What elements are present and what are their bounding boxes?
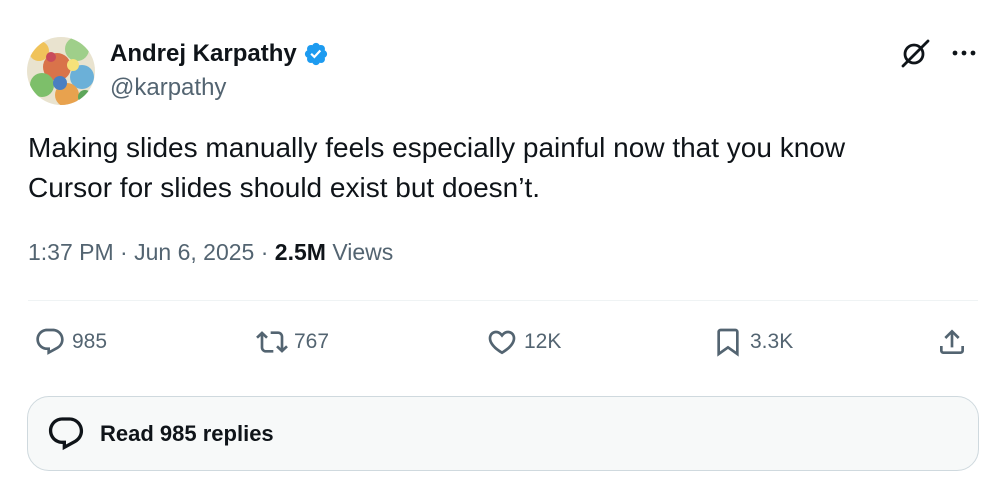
- meta-separator: ·: [260, 239, 269, 265]
- repost-icon: [256, 331, 288, 353]
- share-button[interactable]: [936, 320, 968, 364]
- bookmark-icon: [717, 328, 739, 357]
- tweet-card: Andrej Karpathy @karpathy Making slides …: [0, 0, 1000, 481]
- read-replies-label: Read 985 replies: [100, 420, 274, 446]
- tweet-date[interactable]: Jun 6, 2025: [134, 239, 254, 265]
- read-replies-button[interactable]: Read 985 replies: [27, 396, 979, 471]
- verified-badge-icon: [303, 41, 329, 67]
- repost-count: 767: [294, 330, 330, 353]
- author-handle[interactable]: @karpathy: [110, 74, 226, 102]
- bookmark-count: 3.3K: [750, 330, 794, 353]
- like-button[interactable]: 12K: [486, 320, 561, 364]
- meta-separator: ·: [120, 239, 128, 265]
- avatar-image: [27, 37, 95, 105]
- views-count: 2.5M: [274, 239, 326, 265]
- tweet-text: Making slides manually feels especially …: [28, 128, 968, 208]
- action-bar: 985 767 12K 3.3K: [0, 320, 1000, 364]
- reply-count: 985: [72, 330, 108, 353]
- grok-icon[interactable]: [898, 36, 932, 70]
- repost-button[interactable]: 767: [256, 320, 329, 364]
- reply-button[interactable]: 985: [34, 320, 107, 364]
- tweet-meta: 1:37 PM · Jun 6, 2025 · 2.5M Views: [28, 239, 393, 266]
- like-count: 12K: [524, 330, 562, 353]
- author-name-row[interactable]: Andrej Karpathy: [110, 40, 329, 68]
- replies-bubbles-icon: [48, 416, 84, 450]
- author-display-name[interactable]: Andrej Karpathy: [110, 40, 297, 68]
- avatar[interactable]: [27, 37, 95, 105]
- bookmark-button[interactable]: 3.3K: [712, 320, 793, 364]
- share-upload-icon: [940, 329, 964, 354]
- tweet-text-line: Cursor for slides should exist but doesn…: [28, 172, 541, 203]
- views-label: Views: [332, 239, 394, 265]
- tweet-time[interactable]: 1:37 PM: [28, 239, 114, 265]
- more-options-icon[interactable]: [947, 36, 981, 70]
- divider: [28, 300, 978, 301]
- reply-bubble-icon: [36, 328, 64, 355]
- heart-icon: [488, 330, 516, 355]
- tweet-text-line: Making slides manually feels especially …: [28, 132, 846, 163]
